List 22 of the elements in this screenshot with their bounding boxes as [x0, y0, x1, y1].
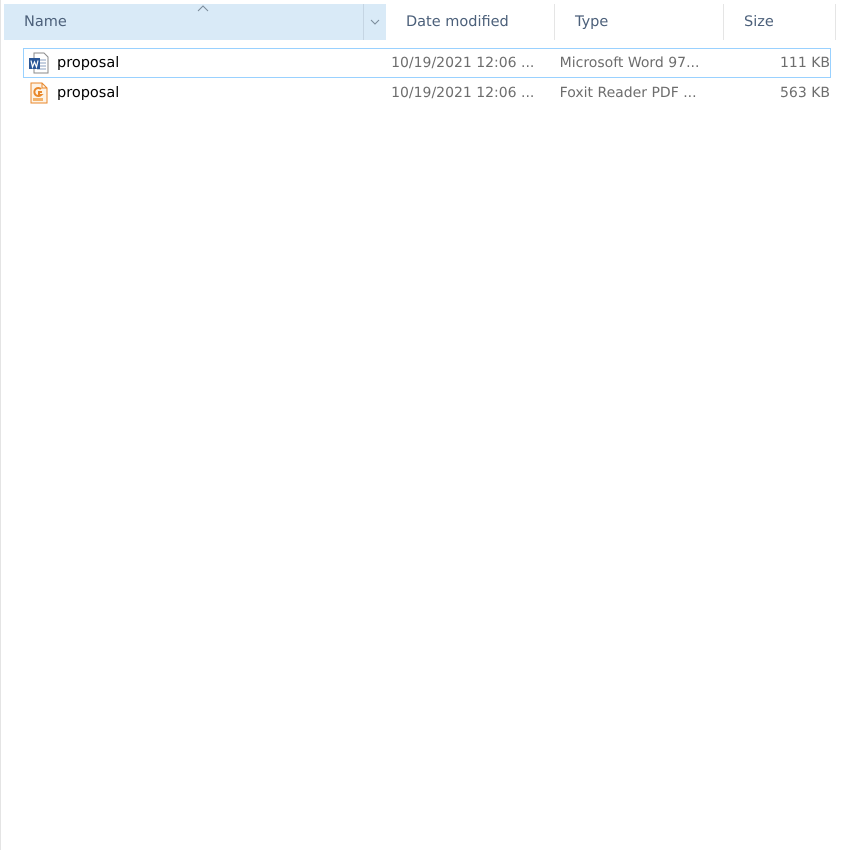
column-label: Size	[744, 14, 774, 30]
column-header[interactable]: Name	[4, 4, 386, 40]
file-row[interactable]: proposal 10/19/2021 12:06 ... Foxit Reader PDF ... 563 KB	[23, 78, 831, 108]
sort-up-icon	[197, 5, 209, 12]
column-label: Type	[575, 14, 608, 30]
pdf-document-icon	[28, 82, 50, 104]
file-name: proposal	[57, 85, 120, 101]
date-modified: 10/19/2021 12:06 ...	[391, 85, 534, 101]
file-type: Microsoft Word 97...	[560, 55, 700, 71]
file-size: 563 KB	[780, 85, 830, 101]
file-type: Foxit Reader PDF ...	[560, 85, 697, 101]
file-name: proposal	[57, 55, 120, 71]
column-header[interactable]: Type	[555, 4, 724, 40]
column-header[interactable]: Date modified	[386, 4, 555, 40]
column-label: Date modified	[406, 14, 509, 30]
file-row[interactable]: proposal 10/19/2021 12:06 ... Microsoft Word 97... 111 KB	[23, 48, 831, 78]
word-document-icon	[28, 52, 50, 74]
date-modified: 10/19/2021 12:06 ...	[391, 55, 534, 71]
column-header[interactable]: Size	[724, 4, 836, 40]
column-label: Name	[24, 14, 67, 30]
chevron-down-icon	[370, 19, 380, 25]
file-size: 111 KB	[780, 55, 830, 71]
